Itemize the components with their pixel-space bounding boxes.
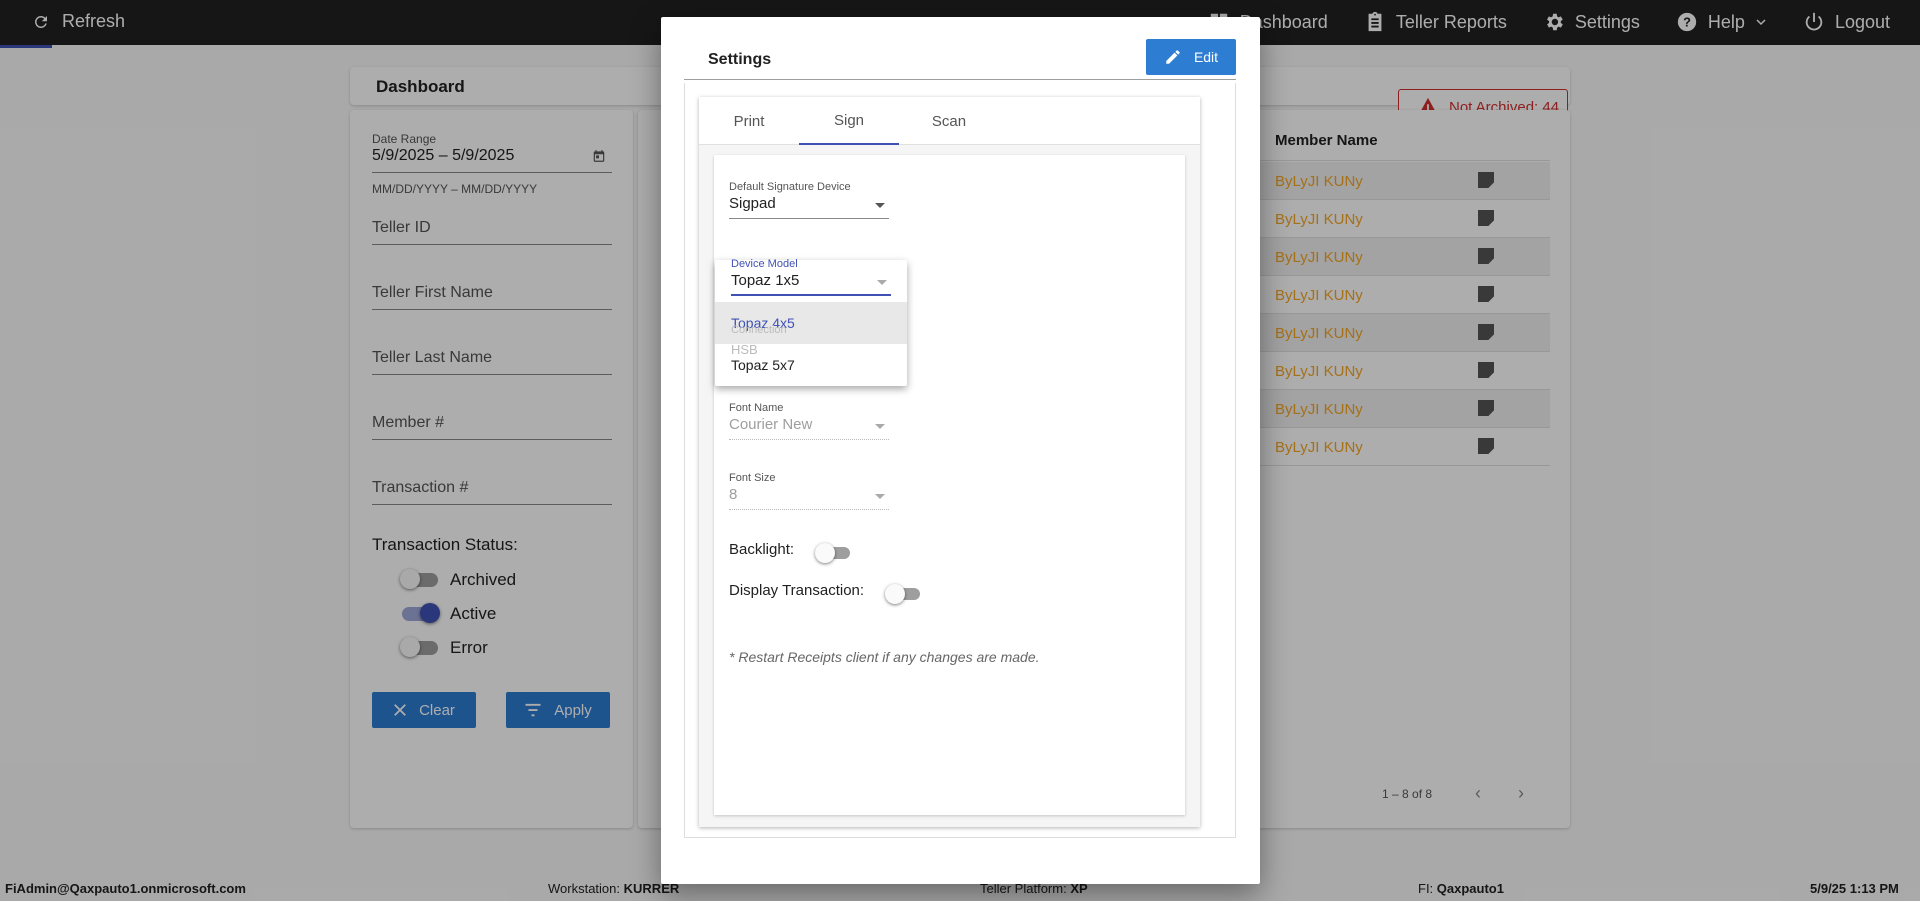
edit-label: Edit [1193, 49, 1219, 65]
dialog-header: Settings Edit [684, 39, 1236, 80]
font-name-value: Courier New [729, 416, 813, 433]
font-size-label: Font Size [729, 472, 776, 484]
sign-settings-panel: Default Signature Device Sigpad Font Nam… [714, 155, 1185, 815]
display-transaction-switch[interactable] [885, 584, 921, 604]
font-name-select[interactable]: Courier New [729, 416, 889, 440]
edit-button[interactable]: Edit [1146, 39, 1236, 75]
device-model-select[interactable]: Topaz 1x5 [731, 272, 891, 296]
settings-dialog: Settings Edit Print Sign Scan Default Si… [661, 17, 1260, 884]
backlight-switch[interactable] [815, 543, 851, 563]
display-transaction-label: Display Transaction: [729, 581, 865, 599]
dropdown-arrow-icon [875, 424, 885, 429]
display-transaction-row: Display Transaction: [729, 580, 921, 604]
default-signature-device-value: Sigpad [729, 195, 776, 212]
tab-sign[interactable]: Sign [799, 97, 899, 145]
default-signature-device-label: Default Signature Device [729, 181, 851, 193]
device-model-value: Topaz 1x5 [731, 272, 800, 289]
settings-card: Print Sign Scan Default Signature Device… [699, 97, 1200, 827]
dropdown-arrow-icon [875, 494, 885, 499]
device-model-label: Device Model [731, 258, 798, 270]
backlight-label: Backlight: [729, 540, 795, 558]
backlight-row: Backlight: [729, 539, 851, 563]
dropdown-arrow-icon [875, 203, 885, 208]
device-model-dropdown: Device Model Topaz 1x5 Topaz 4x5 Connect… [715, 258, 907, 386]
connection-label: Connection [731, 324, 787, 336]
tab-print[interactable]: Print [699, 97, 799, 145]
option-topaz-4x5[interactable]: Topaz 4x5 [715, 302, 907, 344]
dialog-title: Settings [708, 51, 772, 68]
pencil-icon [1166, 50, 1180, 64]
restart-note: * Restart Receipts client if any changes… [729, 649, 1040, 665]
dialog-body: Print Sign Scan Default Signature Device… [684, 83, 1236, 838]
font-name-label: Font Name [729, 402, 784, 414]
font-size-select[interactable]: 8 [729, 486, 889, 510]
settings-tabs: Print Sign Scan [699, 97, 1200, 145]
tab-scan[interactable]: Scan [899, 97, 999, 145]
option-label: Topaz 5x7 [731, 357, 795, 373]
font-size-value: 8 [729, 486, 738, 503]
default-signature-device-select[interactable]: Sigpad [729, 195, 889, 219]
option-topaz-5x7[interactable]: Topaz 5x7 [715, 344, 907, 386]
dropdown-arrow-icon [877, 280, 887, 285]
